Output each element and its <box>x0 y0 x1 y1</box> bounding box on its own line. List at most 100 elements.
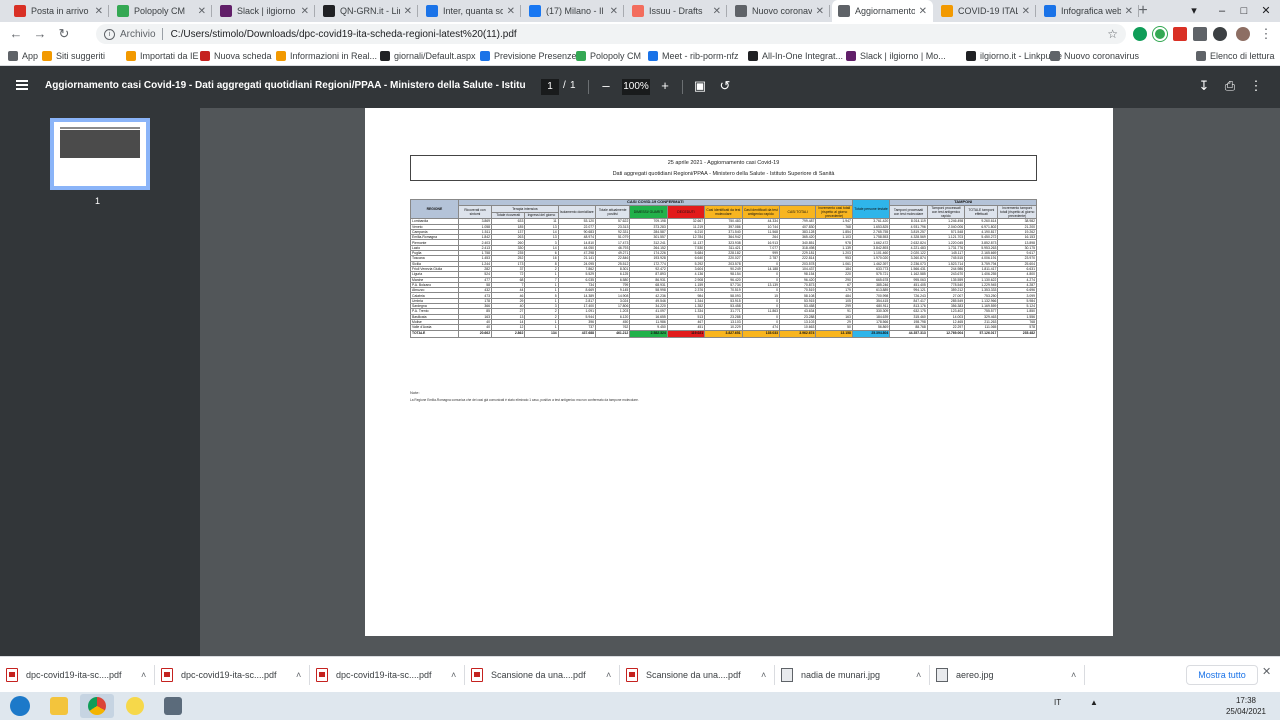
bookmark-item[interactable]: Polopoly CM <box>576 48 641 64</box>
close-downloads-icon[interactable]: ✕ <box>1262 665 1271 678</box>
download-item[interactable]: nadia de munari.jpg ˄ <box>775 657 930 693</box>
rotate-icon[interactable]: ↺ <box>717 78 733 94</box>
download-item[interactable]: Scansione da una....pdf ˄ <box>620 657 775 693</box>
download-icon[interactable]: ↧ <box>1196 78 1212 94</box>
pdf-viewport[interactable]: 25 aprile 2021 - Aggiornamento casi Covi… <box>200 108 1280 656</box>
bookmark-item[interactable]: Nuova scheda <box>200 48 272 64</box>
tab-close-icon[interactable]: ✕ <box>404 6 412 17</box>
profile-avatar[interactable] <box>1236 27 1250 41</box>
tab-close-icon[interactable]: ✕ <box>95 6 103 17</box>
tab-close-icon[interactable]: ✕ <box>713 6 721 17</box>
tab-title: Infografica web <box>1061 6 1121 16</box>
download-item[interactable]: dpc-covid19-ita-sc....pdf ˄ <box>0 657 155 693</box>
start-button[interactable] <box>0 692 40 720</box>
download-item[interactable]: dpc-covid19-ita-sc....pdf ˄ <box>155 657 310 693</box>
new-tab-button[interactable]: + <box>1134 2 1152 20</box>
fit-to-page-icon[interactable]: ▣ <box>692 78 708 94</box>
report-date-title: 25 aprile 2021 - Aggiornamento casi Covi… <box>667 160 780 166</box>
tray-arrow-icon[interactable]: ▲ <box>1090 698 1098 707</box>
tab-close-icon[interactable]: ✕ <box>1125 6 1133 17</box>
input-language[interactable]: IT <box>1054 698 1061 707</box>
header-deceduti: DECEDUTI <box>666 204 706 220</box>
back-icon[interactable]: ← <box>8 26 24 42</box>
browser-tab[interactable]: COVID-19 ITALIA ✕ <box>935 0 1036 22</box>
bookmark-item[interactable]: Slack | ilgiorno | Mo... <box>846 48 946 64</box>
bookmark-item[interactable]: Importati da IE <box>126 48 199 64</box>
bookmark-item[interactable]: ilgiorno.it - Linkpulse <box>966 48 1062 64</box>
browser-tab[interactable]: Polopoly CM ✕ <box>111 0 212 22</box>
extension-dark-icon[interactable] <box>1213 27 1227 41</box>
bookmark-favicon-icon <box>648 51 658 61</box>
bookmark-star-icon[interactable]: ☆ <box>1107 27 1118 41</box>
extension-red-icon[interactable] <box>1173 27 1187 41</box>
browser-tab[interactable]: Aggiornamento ✕ <box>832 0 933 22</box>
pdf-page: 25 aprile 2021 - Aggiornamento casi Covi… <box>365 108 1113 636</box>
chevron-up-icon[interactable]: ˄ <box>916 670 930 680</box>
browser-tab[interactable]: Inter, quanta sof ✕ <box>420 0 521 22</box>
chevron-up-icon[interactable]: ˄ <box>141 670 155 680</box>
browser-tab[interactable]: Posta in arrivo (2 ✕ <box>8 0 109 22</box>
bookmark-favicon-icon <box>966 51 976 61</box>
taskbar-chrome[interactable] <box>80 694 114 718</box>
bookmark-item[interactable]: All-In-One Integrat... <box>748 48 843 64</box>
windows-logo-icon <box>10 696 30 716</box>
system-clock[interactable]: 17:38 25/04/2021 <box>1218 695 1274 717</box>
extension-sync-icon[interactable] <box>1153 27 1167 41</box>
tab-close-icon[interactable]: ✕ <box>198 6 206 17</box>
chevron-up-icon[interactable]: ˄ <box>606 670 620 680</box>
browser-tab[interactable]: Infografica web ✕ <box>1038 0 1139 22</box>
table-cell: 12.769.004 <box>926 329 966 338</box>
browser-tab[interactable]: Slack | ilgiorno | ✕ <box>214 0 315 22</box>
taskbar-explorer[interactable] <box>42 694 76 718</box>
chevron-up-icon[interactable]: ˄ <box>761 670 775 680</box>
reading-list-button[interactable]: Elenco di lettura <box>1196 48 1275 64</box>
header-tamponi-totali: TOTALE tamponi effettuati <box>964 204 999 220</box>
extensions-puzzle-icon[interactable] <box>1193 27 1207 41</box>
tab-favicon-icon <box>941 5 953 17</box>
download-item[interactable]: dpc-covid19-ita-sc....pdf ˄ <box>310 657 465 693</box>
zoom-level-input[interactable]: 100% <box>622 79 650 95</box>
tab-close-icon[interactable]: ✕ <box>816 6 824 17</box>
forward-icon[interactable]: → <box>32 26 48 42</box>
tab-search-icon[interactable]: ▾ <box>1180 0 1208 22</box>
close-window-button[interactable]: ✕ <box>1252 0 1280 22</box>
tab-close-icon[interactable]: ✕ <box>301 6 309 17</box>
page-number-input[interactable]: 1 <box>541 79 559 95</box>
tab-favicon-icon <box>14 5 26 17</box>
zoom-out-icon[interactable]: – <box>598 78 614 94</box>
bookmark-item[interactable]: Informazioni in Real... <box>276 48 377 64</box>
chevron-up-icon[interactable]: ˄ <box>451 670 465 680</box>
download-item[interactable]: aereo.jpg ˄ <box>930 657 1085 693</box>
tab-close-icon[interactable]: ✕ <box>610 6 618 17</box>
browser-tab[interactable]: Nuovo coronavir ✕ <box>729 0 830 22</box>
browser-tab[interactable]: (17) Milano - Il G ✕ <box>523 0 624 22</box>
show-all-downloads-button[interactable]: Mostra tutto <box>1186 665 1258 685</box>
page-thumbnail[interactable] <box>50 118 150 190</box>
zoom-in-icon[interactable]: + <box>657 78 673 94</box>
address-bar[interactable]: i Archivio C:/Users/stimolo/Downloads/dp… <box>96 24 1126 44</box>
tab-close-icon[interactable]: ✕ <box>507 6 515 17</box>
bookmark-item[interactable]: Meet - rib-porm-nfz <box>648 48 739 64</box>
tab-close-icon[interactable]: ✕ <box>919 6 927 17</box>
menu-kebab-icon[interactable]: ⋮ <box>1258 26 1274 42</box>
table-cell: 119.021 <box>666 329 706 338</box>
browser-tab[interactable]: QN-GRN.it - Lin ✕ <box>317 0 418 22</box>
chevron-up-icon[interactable]: ˄ <box>296 670 310 680</box>
bookmark-item[interactable]: Nuovo coronavirus <box>1050 48 1139 64</box>
reload-icon[interactable]: ↻ <box>56 26 72 42</box>
tab-close-icon[interactable]: ✕ <box>1022 6 1030 17</box>
download-item[interactable]: Scansione da una....pdf ˄ <box>465 657 620 693</box>
taskbar-app-yellow[interactable] <box>118 694 152 718</box>
browser-tab[interactable]: Issuu - Drafts ✕ <box>626 0 727 22</box>
print-icon[interactable]: ⎙ <box>1222 78 1238 94</box>
bookmark-item[interactable]: Previsione Presenze <box>480 48 577 64</box>
bookmark-item[interactable]: giornali/Default.aspx <box>380 48 476 64</box>
extension-green-icon[interactable] <box>1133 27 1147 41</box>
sidebar-menu-icon[interactable] <box>16 80 28 90</box>
more-actions-icon[interactable]: ⋮ <box>1248 78 1264 94</box>
chevron-up-icon[interactable]: ˄ <box>1071 670 1085 680</box>
bookmark-item[interactable]: Siti suggeriti <box>42 48 105 64</box>
taskbar-app-slack[interactable] <box>156 694 190 718</box>
site-info-icon[interactable]: i <box>104 28 115 40</box>
bookmark-item[interactable]: App <box>8 48 38 64</box>
